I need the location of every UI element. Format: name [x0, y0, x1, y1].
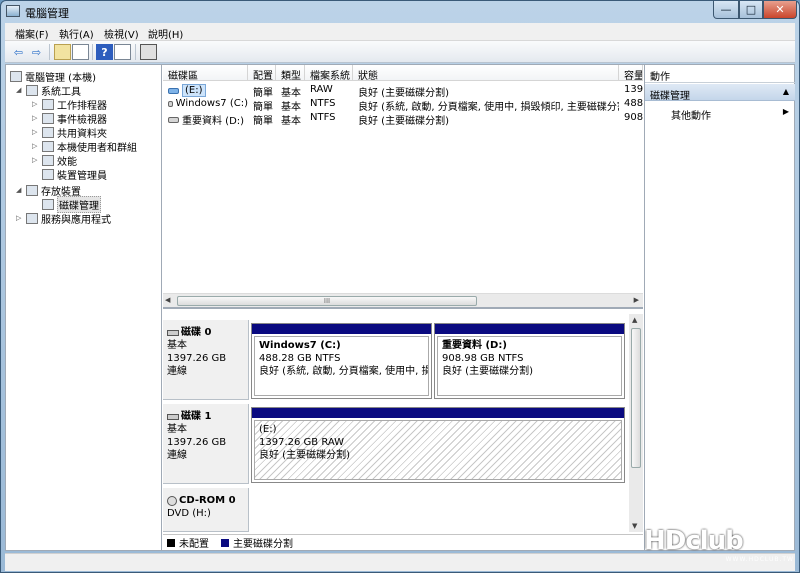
disk-1-label[interactable]: 磁碟 1 基本 1397.26 GB 連線	[163, 404, 249, 484]
menu-file[interactable]: 檔案(F)	[15, 26, 49, 41]
tree-item-services[interactable]: ▷ 服務與應用程式	[16, 211, 111, 226]
horizontal-scrollbar[interactable]: ◀ III ▶	[163, 293, 643, 307]
vertical-scrollbar[interactable]: ▲ ▼	[629, 314, 643, 532]
scroll-thumb[interactable]	[631, 328, 641, 468]
forward-arrow-icon[interactable]: ⇨	[28, 44, 45, 60]
tools-icon	[26, 84, 38, 96]
title-bar[interactable]: 電腦管理 — □ ✕	[1, 1, 799, 22]
column-filesystem[interactable]: 檔案系統	[305, 65, 353, 81]
computer-management-icon	[6, 5, 20, 17]
expanded-arrow-icon[interactable]: ◢	[16, 86, 24, 94]
unallocated-swatch	[167, 538, 175, 547]
services-icon	[26, 212, 38, 224]
menu-view[interactable]: 檢視(V)	[104, 26, 139, 41]
volume-row[interactable]: (E:) 簡單 基本 RAW 良好 (主要磁碟分割) 139	[163, 84, 643, 99]
back-arrow-icon[interactable]: ⇦	[10, 44, 27, 60]
volume-icon	[168, 100, 173, 107]
tree-item-event-viewer[interactable]: ▷ 事件檢視器	[32, 111, 107, 126]
column-layout[interactable]: 配置	[248, 65, 276, 81]
cdrom-label[interactable]: CD-ROM 0 DVD (H:)	[163, 488, 249, 532]
computer-icon	[10, 70, 22, 82]
column-volume[interactable]: 磁碟區	[163, 65, 248, 81]
computer-management-window: 電腦管理 — □ ✕ 檔案(F) 執行(A) 檢視(V) 說明(H) ⇦ ⇨ ?…	[0, 0, 800, 573]
volume-row[interactable]: Windows7 (C:) 簡單 基本 NTFS 良好 (系統, 啟動, 分頁檔…	[163, 98, 643, 113]
scroll-left-arrow-icon[interactable]: ◀	[165, 296, 170, 304]
tree-item-task-scheduler[interactable]: ▷ 工作排程器	[32, 97, 107, 112]
menu-action[interactable]: 執行(A)	[59, 26, 94, 41]
menu-help[interactable]: 說明(H)	[148, 26, 183, 41]
submenu-arrow-icon: ▶	[782, 107, 789, 116]
legend-primary: 主要磁碟分割	[233, 539, 293, 550]
volume-icon	[168, 87, 179, 94]
scroll-up-arrow-icon[interactable]: ▲	[632, 316, 637, 324]
navigation-tree: 電腦管理 (本機) ◢ 系統工具 ▷ 工作排程器 ▷ 事件檢視器 ▷ 共用資料夾 ▷ 本機…	[6, 65, 162, 550]
column-capacity[interactable]: 容量	[619, 65, 643, 81]
event-viewer-icon	[42, 112, 54, 124]
volume-icon	[168, 116, 179, 123]
tree-item-root[interactable]: 電腦管理 (本機)	[10, 69, 96, 84]
shared-folder-icon	[42, 126, 54, 138]
performance-icon	[42, 154, 54, 166]
partition-c[interactable]: Windows7 (C:) 488.28 GB NTFS 良好 (系統, 啟動,…	[251, 323, 432, 399]
disk-0-label[interactable]: 磁碟 0 基本 1397.26 GB 連線	[163, 320, 249, 400]
expanded-arrow-icon[interactable]: ◢	[16, 186, 24, 194]
toolbar-separator	[49, 44, 50, 60]
collapsed-arrow-icon[interactable]: ▷	[32, 128, 40, 136]
scroll-right-arrow-icon[interactable]: ▶	[634, 296, 639, 304]
watermark-logo: High Definition Vision Club HDclub WWW.H…	[644, 519, 794, 563]
window-title: 電腦管理	[25, 7, 69, 20]
client-area: 電腦管理 (本機) ◢ 系統工具 ▷ 工作排程器 ▷ 事件檢視器 ▷ 共用資料夾 ▷ 本機…	[5, 64, 795, 551]
partition-d[interactable]: 重要資料 (D:) 908.98 GB NTFS 良好 (主要磁碟分割)	[434, 323, 625, 399]
maximize-button[interactable]: □	[739, 1, 763, 19]
toolbar: ⇦ ⇨ ?	[5, 41, 795, 63]
cd-drive-icon	[167, 495, 177, 506]
disk-management-pane: 磁碟區 配置 類型 檔案系統 狀態 容量 (E:) 簡單 基本 RAW 良好 (…	[163, 65, 643, 550]
toolbar-separator	[92, 44, 93, 60]
volume-row[interactable]: 重要資料 (D:) 簡單 基本 NTFS 良好 (主要磁碟分割) 908	[163, 112, 643, 127]
partition-e[interactable]: (E:) 1397.26 GB RAW 良好 (主要磁碟分割)	[251, 407, 625, 483]
collapse-arrow-icon[interactable]: ▲	[783, 87, 789, 96]
volume-list-header: 磁碟區 配置 類型 檔案系統 狀態 容量	[163, 65, 643, 81]
collapsed-arrow-icon[interactable]: ▷	[32, 142, 40, 150]
collapsed-arrow-icon[interactable]: ▷	[16, 214, 24, 222]
help-icon[interactable]: ?	[96, 44, 113, 60]
column-status[interactable]: 狀態	[353, 65, 619, 81]
scroll-thumb[interactable]: III	[177, 296, 477, 306]
storage-icon	[26, 184, 38, 196]
hard-disk-icon	[167, 413, 179, 420]
actions-section-disk-management[interactable]: 磁碟管理 ▲	[645, 84, 795, 102]
actions-header: 動作	[645, 65, 795, 83]
up-folder-icon[interactable]	[54, 44, 71, 60]
tree-item-shared-folders[interactable]: ▷ 共用資料夾	[32, 125, 107, 140]
properties-icon[interactable]	[114, 44, 131, 60]
disk-management-icon	[42, 198, 54, 210]
legend-unallocated: 未配置	[179, 539, 209, 550]
menu-bar: 檔案(F) 執行(A) 檢視(V) 說明(H)	[5, 23, 795, 41]
show-hide-tree-icon[interactable]	[72, 44, 89, 60]
collapsed-arrow-icon[interactable]: ▷	[32, 100, 40, 108]
hard-disk-icon	[167, 329, 179, 336]
tree-item-system-tools[interactable]: ◢ 系統工具	[16, 83, 81, 98]
disk-graph-view: 磁碟 0 基本 1397.26 GB 連線 Windows7 (C:) 488.…	[163, 312, 643, 550]
tree-item-device-manager[interactable]: 裝置管理員	[32, 167, 107, 182]
volume-list: 磁碟區 配置 類型 檔案系統 狀態 容量 (E:) 簡單 基本 RAW 良好 (…	[163, 65, 643, 309]
users-icon	[42, 140, 54, 152]
scroll-down-arrow-icon[interactable]: ▼	[632, 522, 637, 530]
column-type[interactable]: 類型	[276, 65, 305, 81]
more-actions-item[interactable]: 其他動作 ▶	[645, 104, 795, 122]
collapsed-arrow-icon[interactable]: ▷	[32, 114, 40, 122]
primary-partition-swatch	[221, 538, 229, 547]
minimize-button[interactable]: —	[713, 1, 739, 19]
legend: 未配置 主要磁碟分割	[163, 534, 643, 550]
tree-item-disk-management[interactable]: 磁碟管理	[32, 195, 101, 213]
toolbar-separator	[135, 44, 136, 60]
clock-icon	[42, 98, 54, 110]
tree-item-local-users[interactable]: ▷ 本機使用者和群組	[32, 139, 137, 154]
actions-pane: 動作 磁碟管理 ▲ 其他動作 ▶	[644, 65, 795, 550]
close-button[interactable]: ✕	[763, 1, 797, 19]
device-manager-icon	[42, 168, 54, 180]
tree-item-performance[interactable]: ▷ 效能	[32, 153, 77, 168]
disk-tool-icon[interactable]	[140, 44, 157, 60]
collapsed-arrow-icon[interactable]: ▷	[32, 156, 40, 164]
